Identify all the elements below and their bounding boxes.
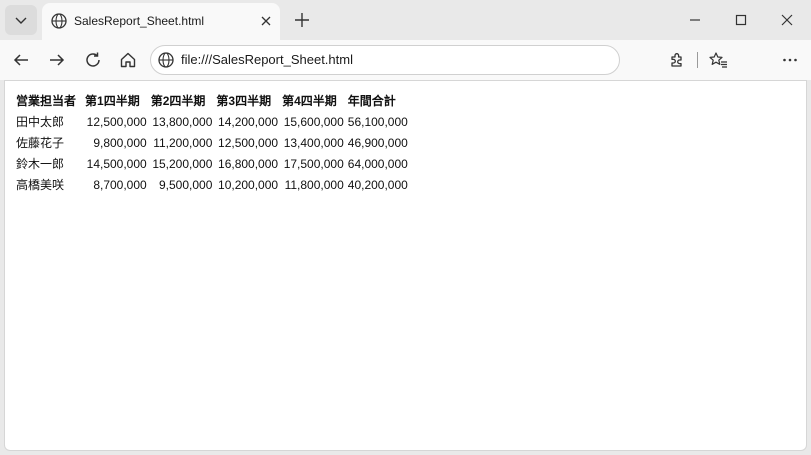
more-icon <box>783 58 797 62</box>
cell-q2: 11,200,000 <box>153 135 213 150</box>
cell-q2: 13,800,000 <box>152 114 213 129</box>
header-salesperson: 営業担当者 <box>16 94 77 108</box>
maximize-icon <box>735 14 747 26</box>
tab-actions-button[interactable] <box>5 5 37 35</box>
table-row: 高橋美咲 8,700,000 9,500,000 10,200,000 11,8… <box>15 175 409 194</box>
cell-q3: 10,200,000 <box>218 177 279 192</box>
cell-q1: 9,800,000 <box>93 135 147 150</box>
cell-total: 64,000,000 <box>347 156 408 171</box>
minimize-button[interactable] <box>672 0 718 40</box>
cell-q4: 11,800,000 <box>284 177 344 192</box>
extensions-icon <box>671 53 682 67</box>
close-window-button[interactable] <box>764 0 810 40</box>
toolbar-separator <box>697 52 698 68</box>
header-q4: 第4四半期 <box>282 94 337 108</box>
close-icon <box>261 16 271 26</box>
table-header-row: 営業担当者 第1四半期 第2四半期 第3四半期 第4四半期 年間合計 <box>15 91 409 110</box>
tab-close-button[interactable] <box>256 11 276 31</box>
more-button[interactable] <box>775 45 805 75</box>
cell-q3: 16,800,000 <box>218 156 279 171</box>
cell-q4: 13,400,000 <box>283 135 344 150</box>
extensions-button[interactable] <box>662 45 692 75</box>
favorites-button[interactable] <box>703 45 733 75</box>
cell-total: 40,200,000 <box>347 177 408 192</box>
cell-q2: 9,500,000 <box>159 177 213 192</box>
sales-report-table: 営業担当者 第1四半期 第2四半期 第3四半期 第4四半期 年間合計 田中太郎 … <box>13 89 411 196</box>
maximize-button[interactable] <box>718 0 764 40</box>
cell-q1: 12,500,000 <box>86 114 147 129</box>
cell-salesperson: 田中太郎 <box>16 115 65 129</box>
close-icon <box>781 14 793 26</box>
back-icon <box>13 54 28 66</box>
refresh-icon <box>86 52 100 67</box>
cell-q1: 14,500,000 <box>86 156 147 171</box>
browser-toolbar: file:///SalesReport_Sheet.html <box>0 40 811 80</box>
address-url: file:///SalesReport_Sheet.html <box>181 52 353 67</box>
tab-title: SalesReport_Sheet.html <box>74 14 205 28</box>
header-q2: 第2四半期 <box>150 94 206 108</box>
address-bar[interactable]: file:///SalesReport_Sheet.html <box>150 45 620 75</box>
new-tab-button[interactable] <box>288 6 316 34</box>
cell-total: 46,900,000 <box>347 135 408 150</box>
cell-q3: 12,500,000 <box>218 135 279 150</box>
forward-button[interactable] <box>42 45 72 75</box>
browser-window: SalesReport_Sheet.html file:///SalesRepo… <box>0 0 811 455</box>
cell-q3: 14,200,000 <box>218 114 279 129</box>
tab-active[interactable]: SalesReport_Sheet.html <box>42 3 280 40</box>
page-content: 営業担当者 第1四半期 第2四半期 第3四半期 第4四半期 年間合計 田中太郎 … <box>4 80 807 451</box>
minimize-icon <box>690 19 700 21</box>
header-q1: 第1四半期 <box>85 94 140 108</box>
table-row: 佐藤花子 9,800,000 11,200,000 12,500,000 13,… <box>15 133 409 152</box>
cell-q2: 15,200,000 <box>152 156 213 171</box>
home-icon <box>120 52 136 68</box>
header-q3: 第3四半期 <box>216 94 272 108</box>
cell-total: 56,100,000 <box>347 114 408 129</box>
table-row: 田中太郎 12,500,000 13,800,000 14,200,000 15… <box>15 112 409 131</box>
header-annual-total: 年間合計 <box>347 94 396 108</box>
cell-q4: 15,600,000 <box>283 114 344 129</box>
cell-salesperson: 鈴木一郎 <box>16 157 65 171</box>
back-button[interactable] <box>6 45 36 75</box>
home-button[interactable] <box>113 45 143 75</box>
table-row: 鈴木一郎 14,500,000 15,200,000 16,800,000 17… <box>15 154 409 173</box>
forward-icon <box>50 54 65 66</box>
refresh-button[interactable] <box>78 45 108 75</box>
chevron-down-icon <box>15 17 27 24</box>
globe-icon <box>157 51 175 69</box>
favorites-icon <box>709 52 727 68</box>
cell-q1: 8,700,000 <box>93 177 147 192</box>
cell-q4: 17,500,000 <box>283 156 344 171</box>
tab-bar: SalesReport_Sheet.html <box>0 0 811 40</box>
globe-icon <box>50 12 68 30</box>
plus-icon <box>295 13 309 27</box>
cell-salesperson: 佐藤花子 <box>16 136 65 150</box>
cell-salesperson: 高橋美咲 <box>16 178 65 192</box>
